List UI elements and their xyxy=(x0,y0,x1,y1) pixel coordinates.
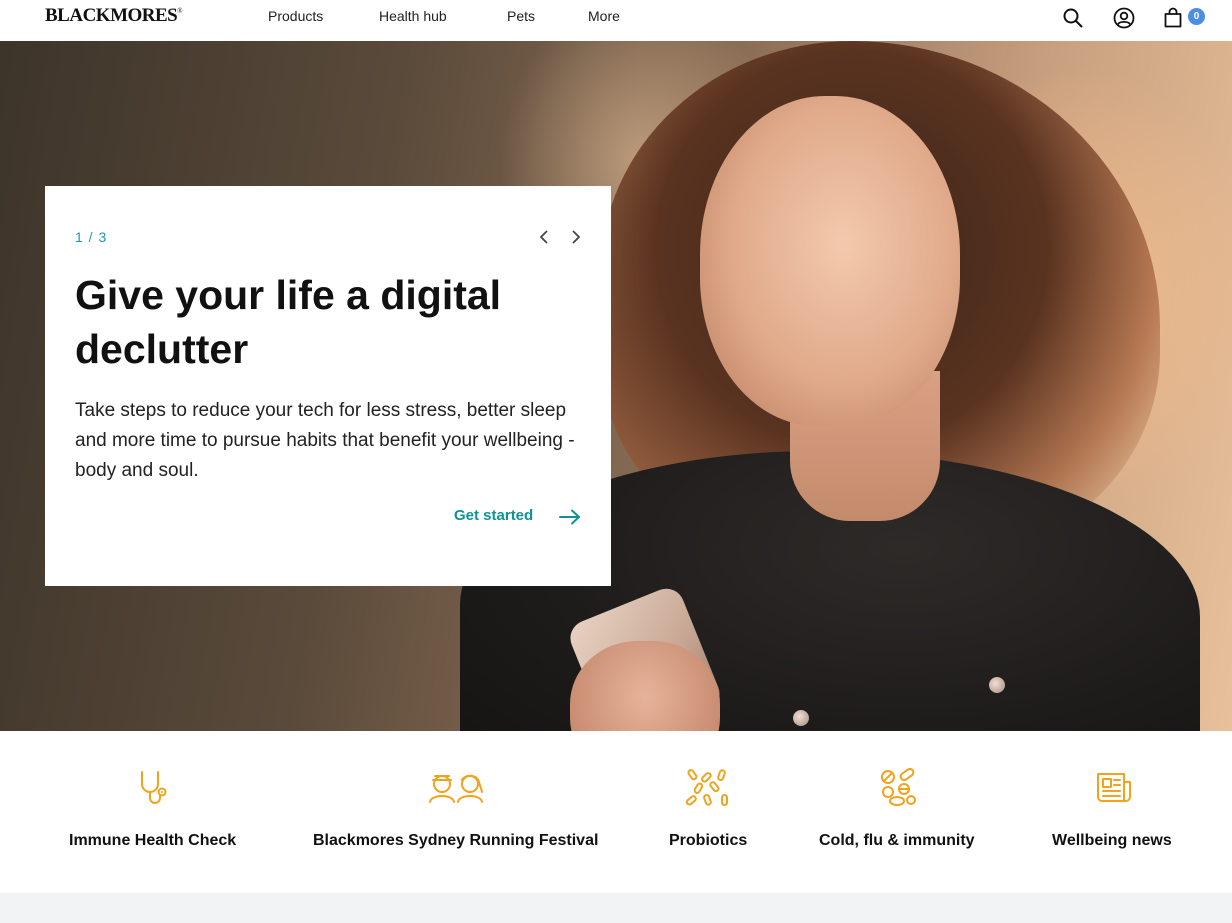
nav-health-hub[interactable]: Health hub xyxy=(379,8,447,24)
arrow-right-icon[interactable] xyxy=(558,508,582,526)
quick-link-label: Probiotics xyxy=(669,832,748,849)
get-started-link[interactable]: Get started xyxy=(454,507,533,524)
chevron-left-icon[interactable] xyxy=(535,228,553,246)
stethoscope-icon xyxy=(141,771,167,804)
quick-link-label: Cold, flu & immunity xyxy=(819,832,975,849)
quick-link-label: Immune Health Check xyxy=(69,832,237,849)
logo-text: BLACKMORES xyxy=(45,5,178,26)
hero-image-button xyxy=(793,710,809,726)
hero-card: 1 / 3 Give your life a digital declutter… xyxy=(45,186,611,586)
site-header: BLACKMORES® Products Health hub Pets Mor… xyxy=(0,0,1232,41)
hero-title: Give your life a digital declutter xyxy=(75,272,502,372)
hero-image-face xyxy=(700,96,960,426)
search-icon[interactable] xyxy=(1061,6,1085,30)
quick-links: Immune Health Check Blackmores Sydney Ru… xyxy=(0,731,1232,893)
section-divider xyxy=(0,893,1232,923)
newspaper-icon xyxy=(1097,773,1131,802)
quick-link-label: Wellbeing news xyxy=(1052,832,1172,849)
hero-description: Take steps to reduce your tech for less … xyxy=(75,400,575,481)
quick-link-label: Blackmores Sydney Running Festival xyxy=(313,832,599,849)
slide-counter: 1 / 3 xyxy=(75,229,108,245)
runners-icon xyxy=(429,774,483,803)
shopping-bag-icon[interactable] xyxy=(1161,6,1185,30)
user-icon[interactable] xyxy=(1112,6,1136,30)
logo-registered-mark: ® xyxy=(177,7,183,15)
nav-more[interactable]: More xyxy=(588,8,620,24)
chevron-right-icon[interactable] xyxy=(567,228,585,246)
blackmores-logo[interactable]: BLACKMORES® xyxy=(45,5,183,27)
pills-icon xyxy=(881,768,916,806)
probiotics-icon xyxy=(686,769,728,806)
hero-image-button xyxy=(989,677,1005,693)
nav-products[interactable]: Products xyxy=(268,8,323,24)
cart-count-badge: 0 xyxy=(1188,8,1205,25)
nav-pets[interactable]: Pets xyxy=(507,8,535,24)
